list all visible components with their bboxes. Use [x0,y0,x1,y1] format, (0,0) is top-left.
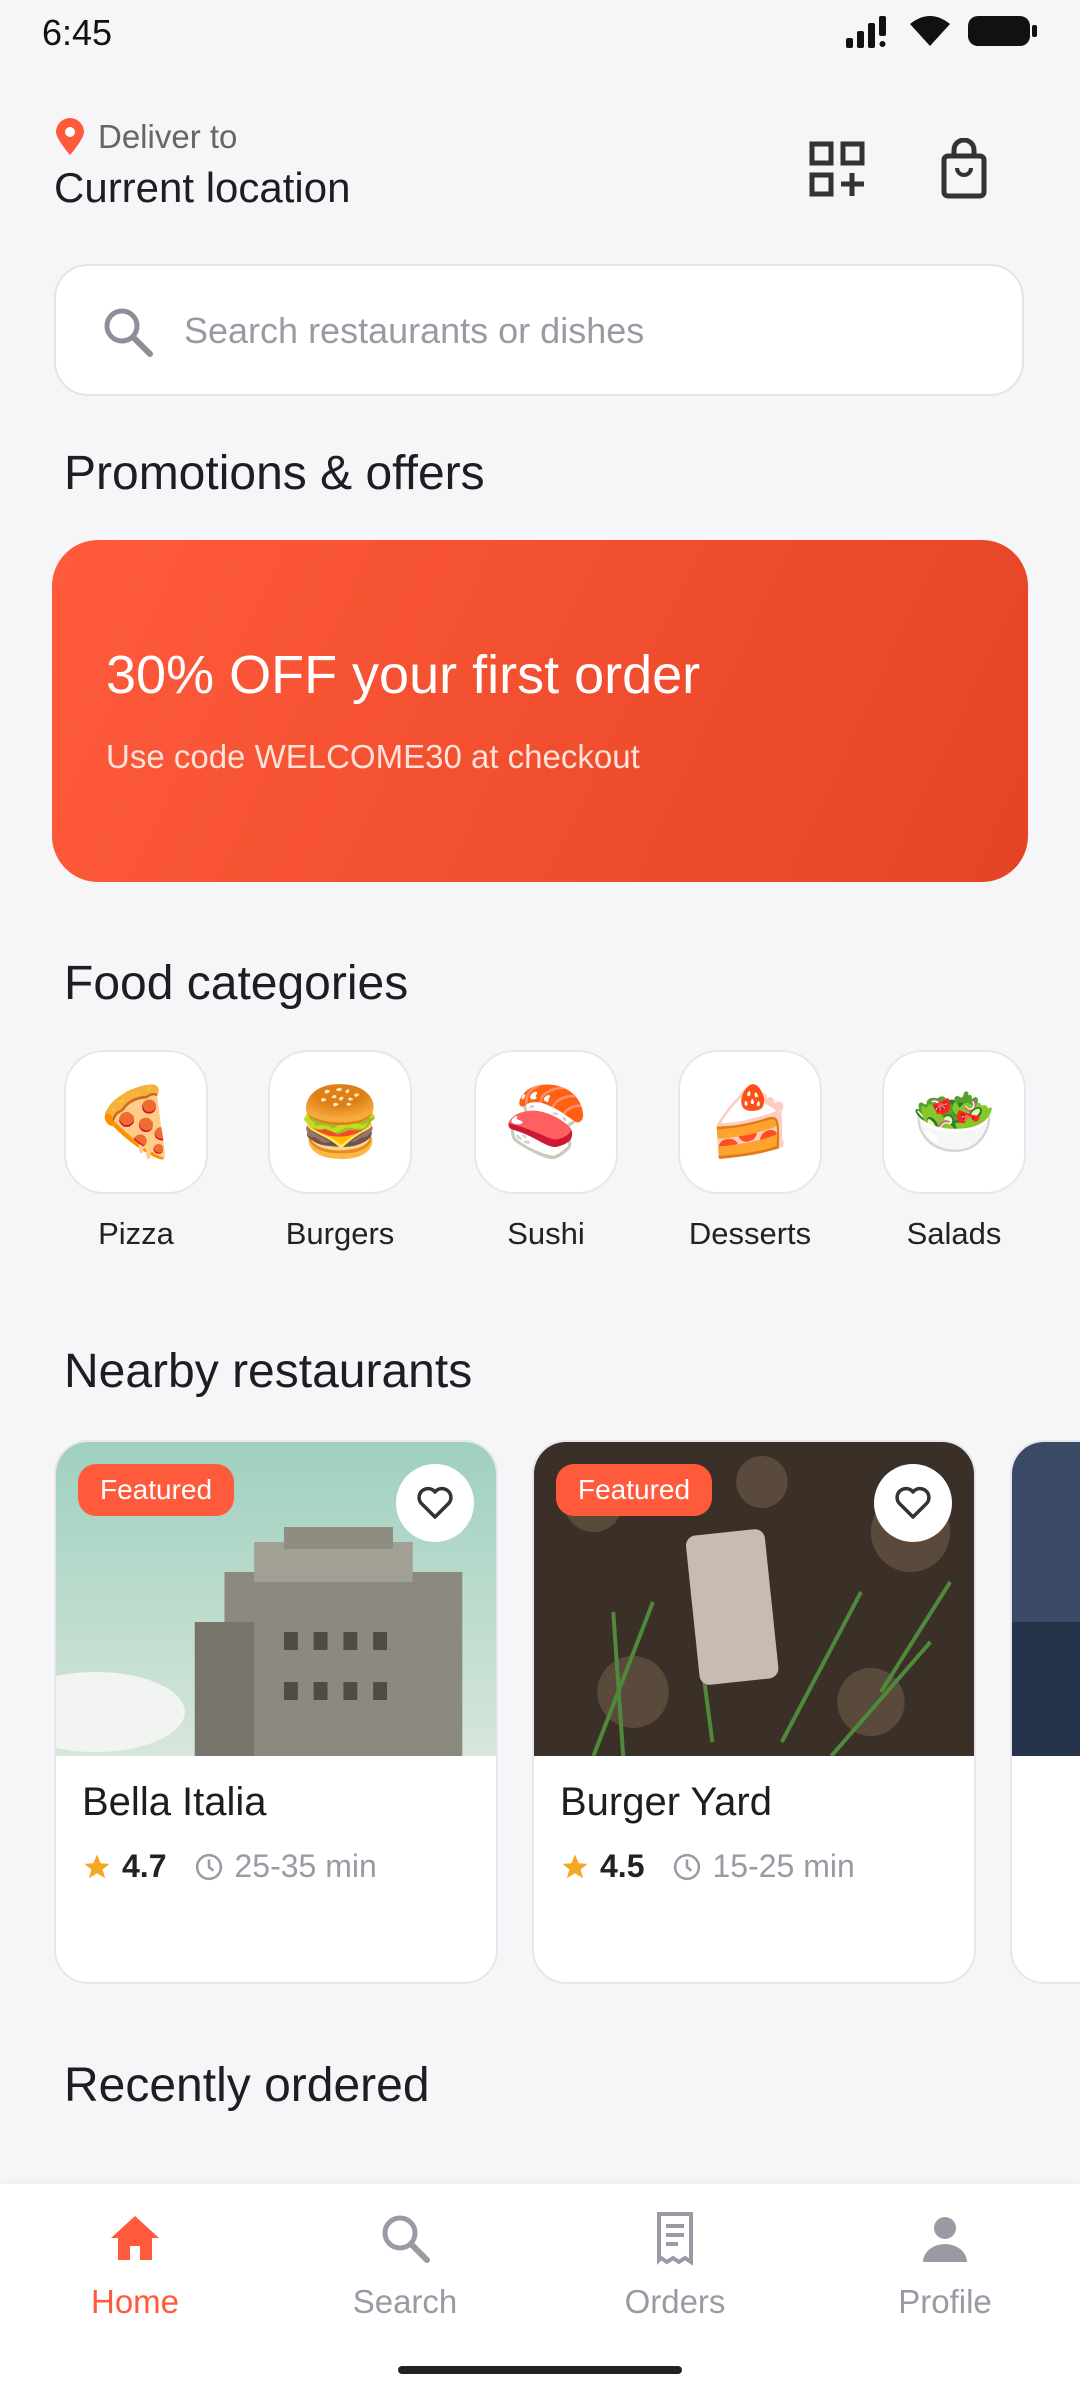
promo-headline: 30% OFF your first order [106,645,701,705]
battery-icon [968,16,1037,46]
restaurant-photo [1012,1442,1080,1756]
receipt-icon [657,2212,693,2266]
restaurant-card-partial[interactable] [1010,1440,1080,1984]
restaurant-meta: 4.7 25-35 min [82,1848,377,1885]
heart-icon [417,1486,453,1519]
category-label: Sushi [507,1216,585,1251]
clock-icon [674,1853,701,1880]
category-pizza[interactable]: 🍕 Pizza [62,1050,210,1252]
search-icon [104,308,153,357]
home-icon [111,2216,159,2260]
qr-add-button[interactable] [808,140,868,200]
nav-home[interactable]: Home [35,2208,235,2321]
featured-badge: Featured [78,1464,235,1516]
promo-subtitle: Use code WELCOME30 at checkout [106,738,640,775]
category-desserts[interactable]: 🍰 Desserts [676,1050,824,1252]
category-label: Pizza [98,1216,174,1251]
restaurant-name: Burger Yard [560,1780,772,1824]
star-icon [562,1854,588,1878]
status-time: 6:45 [42,12,113,53]
star-icon [84,1854,110,1878]
nav-label: Profile [898,2283,992,2320]
categories-title: Food categories [64,957,409,1010]
category-burgers[interactable]: 🍔 Burgers [266,1050,414,1252]
sushi-icon: 🍣 [474,1050,618,1194]
category-label: Salads [906,1216,1002,1251]
restaurant-card[interactable]: Featured Bella Italia 4.7 25-35 min [54,1440,498,1984]
delivery-time: 25-35 min [234,1848,377,1884]
nav-label: Orders [624,2283,726,2320]
search-icon [382,2215,430,2263]
nav-search[interactable]: Search [305,2208,505,2321]
shopping-bag-icon [941,137,987,199]
status-icons [844,14,1038,48]
location-pin-icon [56,118,84,155]
restaurant-meta: 4.5 15-25 min [560,1848,855,1885]
pizza-icon: 🍕 [64,1050,208,1194]
favorite-button[interactable] [874,1464,952,1542]
category-sushi[interactable]: 🍣 Sushi [472,1050,620,1252]
nav-orders[interactable]: Orders [575,2208,775,2321]
burger-icon: 🍔 [268,1050,412,1194]
current-location[interactable]: Current location [54,164,350,212]
nav-profile[interactable]: Profile [845,2208,1045,2321]
search-input[interactable] [182,266,986,396]
deliver-to-row[interactable]: Deliver to [54,118,237,156]
wifi-icon [910,16,950,46]
recently-ordered-title: Recently ordered [64,2059,430,2112]
cake-icon: 🍰 [678,1050,822,1194]
nav-label: Home [90,2283,180,2320]
nearby-title: Nearby restaurants [64,1345,473,1398]
signal-icon [846,16,886,48]
rating: 4.5 [600,1848,645,1884]
search-bar[interactable] [54,264,1024,396]
delivery-time: 15-25 min [712,1848,855,1884]
heart-icon [895,1486,931,1519]
salad-icon: 🥗 [882,1050,1026,1194]
category-salads[interactable]: 🥗 Salads [880,1050,1028,1252]
category-label: Desserts [688,1216,812,1251]
restaurant-card[interactable]: Featured Burger Yard 4.5 15-25 min [532,1440,976,1984]
qr-add-icon [809,141,865,197]
nav-label: Search [352,2283,458,2320]
favorite-button[interactable] [396,1464,474,1542]
category-label: Burgers [285,1216,395,1251]
featured-badge: Featured [556,1464,713,1516]
rating: 4.7 [122,1848,167,1884]
home-indicator[interactable] [398,2366,682,2374]
person-icon [923,2217,967,2262]
promotions-title: Promotions & offers [64,447,485,500]
deliver-label: Deliver to [98,118,238,155]
clock-icon [196,1853,223,1880]
promo-banner[interactable]: 30% OFF your first order Use code WELCOM… [52,540,1028,882]
restaurant-name: Bella Italia [82,1780,267,1824]
shopping-bag-button[interactable] [932,137,996,202]
